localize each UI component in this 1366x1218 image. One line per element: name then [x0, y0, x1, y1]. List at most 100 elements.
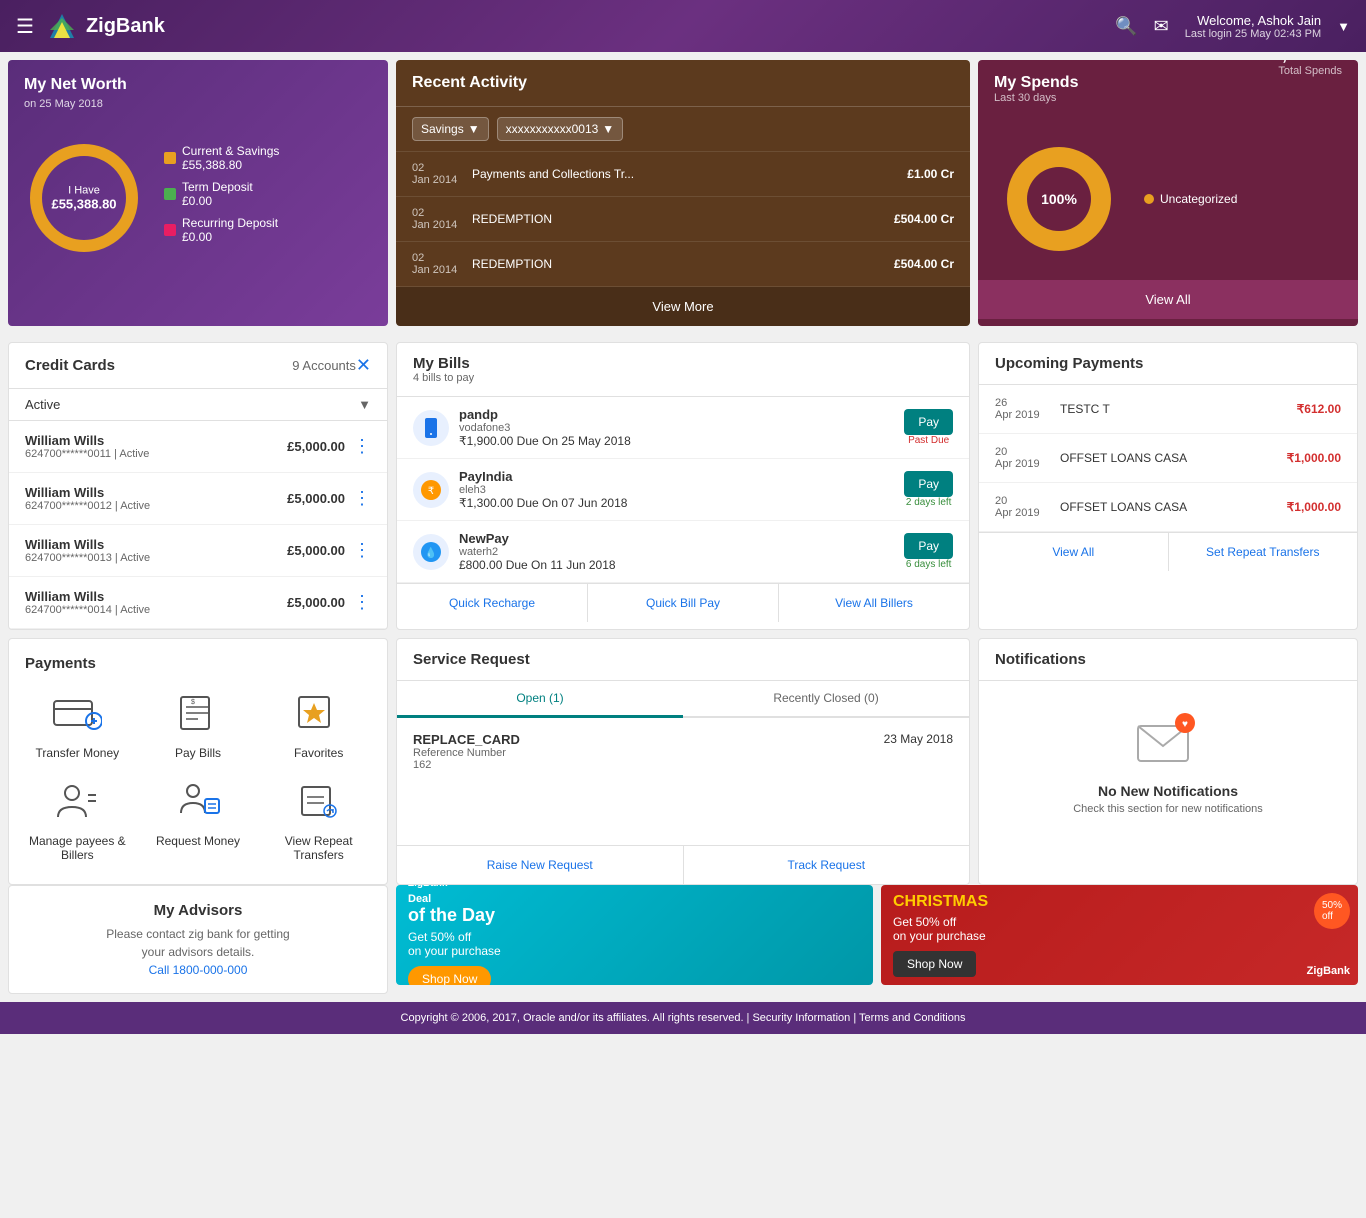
header: ☰ ZigBank 🔍 ✉ Welcome, Ashok Jain Last l… [0, 0, 1366, 52]
cc-name-0: William Wills [25, 433, 287, 448]
footer-text: Copyright © 2006, 2017, Oracle and/or it… [401, 1012, 966, 1024]
bill-status-0: Past Due [904, 435, 953, 446]
legend-dot-current [164, 152, 176, 164]
cc-menu-2[interactable]: ⋮ [353, 540, 371, 561]
service-tab-closed[interactable]: Recently Closed (0) [683, 681, 969, 716]
notification-envelope-icon: ♥ [1133, 711, 1203, 771]
legend-term-deposit: Term Deposit £0.00 [164, 180, 372, 208]
request-money-icon [168, 776, 228, 826]
cc-amount-3: £5,000.00 [287, 595, 345, 610]
banner-red-shop-button[interactable]: Shop Now [893, 951, 976, 977]
service-request-header: Service Request [397, 639, 969, 681]
bill-icon-1: ₹ [413, 472, 449, 508]
pay-button-0[interactable]: Pay [904, 409, 953, 435]
ra-row-0: 02Jan 2014 Payments and Collections Tr..… [396, 152, 970, 197]
ra-row-1: 02Jan 2014 REDEMPTION £504.00 Cr [396, 197, 970, 242]
favorites-item[interactable]: Favorites [266, 688, 371, 760]
view-repeat-transfers-item[interactable]: View Repeat Transfers [266, 776, 371, 862]
ra-amount-0: £1.00 Cr [907, 167, 954, 181]
spends-title: My Spends [994, 74, 1078, 92]
cc-row-0: William Wills 624700******0011 | Active … [9, 421, 387, 473]
quick-bill-pay-button[interactable]: Quick Bill Pay [588, 584, 779, 622]
net-worth-date: on 25 May 2018 [24, 98, 127, 110]
legend-label-0: Current & Savings [182, 144, 279, 158]
view-all-upcoming-button[interactable]: View All [979, 533, 1169, 571]
legend-current-savings: Current & Savings £55,388.80 [164, 144, 372, 172]
upcoming-amount-0: ₹612.00 [1297, 402, 1341, 416]
legend-dot-recurring [164, 224, 176, 236]
svg-text:💧: 💧 [425, 546, 437, 559]
legend-recurring-deposit: Recurring Deposit £0.00 [164, 216, 372, 244]
pay-bills-item[interactable]: $ Pay Bills [146, 688, 251, 760]
cc-header: Credit Cards 9 Accounts ✕ [9, 343, 387, 389]
advisors-card: My Advisors Please contact zig bank for … [8, 885, 388, 994]
spends-dot-0 [1144, 194, 1154, 204]
manage-payees-label: Manage payees & Billers [25, 834, 130, 862]
cc-close-button[interactable]: ✕ [356, 355, 371, 376]
mail-icon[interactable]: ✉ [1154, 16, 1169, 37]
cc-name-2: William Wills [25, 537, 287, 552]
user-menu[interactable]: Welcome, Ashok Jain Last login 25 May 02… [1185, 13, 1321, 40]
banner-christmas-label: CHRISTMAS [893, 893, 988, 911]
bills-title: My Bills [413, 355, 953, 372]
ra-date-1: 02Jan 2014 [412, 207, 472, 231]
account-number-select[interactable]: xxxxxxxxxxx0013 ▼ [497, 117, 624, 141]
account-type-select[interactable]: Savings ▼ [412, 117, 489, 141]
notifications-card: Notifications ♥ No New Notifications Che… [978, 638, 1358, 885]
pay-button-1[interactable]: Pay [904, 471, 953, 497]
banner-teal-shop-button[interactable]: Shop Now [408, 966, 491, 985]
raise-new-request-button[interactable]: Raise New Request [397, 846, 684, 884]
donut-amount: £55,388.80 [51, 197, 116, 212]
my-spends-card: My Spends Last 30 days £1,499.00 Total S… [978, 60, 1358, 326]
bill-icon-2: 💧 [413, 534, 449, 570]
quick-recharge-button[interactable]: Quick Recharge [397, 584, 588, 622]
logo-icon [46, 10, 78, 42]
net-worth-body: I Have £55,388.80 Current & Savings £55,… [24, 138, 372, 258]
legend-label-2: Recurring Deposit [182, 216, 278, 230]
credit-cards-card: Credit Cards 9 Accounts ✕ Active ▼ Willi… [8, 342, 388, 630]
search-icon[interactable]: 🔍 [1115, 16, 1137, 37]
banner-deal-label: Deal [408, 893, 501, 905]
request-money-item[interactable]: Request Money [146, 776, 251, 862]
view-repeat-transfers-icon [289, 776, 349, 826]
bill-icon-0 [413, 410, 449, 446]
spends-subtitle: Last 30 days [994, 92, 1078, 104]
cc-menu-1[interactable]: ⋮ [353, 488, 371, 509]
service-tab-open[interactable]: Open (1) [397, 681, 683, 718]
pay-button-2[interactable]: Pay [904, 533, 953, 559]
view-all-billers-button[interactable]: View All Billers [779, 584, 969, 622]
cc-row-2: William Wills 624700******0013 | Active … [9, 525, 387, 577]
pay-bills-label: Pay Bills [175, 746, 221, 760]
upcoming-row-0: 26Apr 2019 TESTC T ₹612.00 [979, 385, 1357, 434]
donut-center: I Have £55,388.80 [51, 185, 116, 212]
service-row-0: REPLACE_CARD Reference Number162 23 May … [397, 718, 969, 785]
bill-sub-0: vodafone3 [459, 422, 894, 434]
cc-menu-3[interactable]: ⋮ [353, 592, 371, 613]
advisors-banners-row: My Advisors Please contact zig bank for … [0, 885, 1366, 1002]
view-more-button[interactable]: View More [396, 287, 970, 326]
hamburger-menu[interactable]: ☰ [16, 14, 34, 39]
transfer-money-item[interactable]: Transfer Money [25, 688, 130, 760]
upcoming-footer: View All Set Repeat Transfers [979, 532, 1357, 571]
svg-text:$: $ [191, 699, 195, 706]
manage-payees-icon [47, 776, 107, 826]
welcome-text: Welcome, Ashok Jain [1185, 13, 1321, 28]
spends-body: 100% Uncategorized [978, 118, 1358, 280]
banner-teal-logo: ZigBank [408, 885, 501, 889]
advisors-text-1: Please contact zig bank for getting [25, 927, 371, 941]
cc-menu-0[interactable]: ⋮ [353, 436, 371, 457]
legend-amount-1: £0.00 [182, 194, 253, 208]
net-worth-donut: I Have £55,388.80 [24, 138, 144, 258]
set-repeat-transfers-button[interactable]: Set Repeat Transfers [1169, 533, 1358, 571]
pay-bills-icon: $ [168, 688, 228, 738]
view-all-spends-button[interactable]: View All [978, 280, 1358, 319]
advisors-phone[interactable]: Call 1800-000-000 [25, 963, 371, 977]
upcoming-amount-2: ₹1,000.00 [1287, 500, 1341, 514]
logo-text: ZigBank [86, 15, 165, 38]
favorites-label: Favorites [294, 746, 343, 760]
track-request-button[interactable]: Track Request [684, 846, 970, 884]
manage-payees-item[interactable]: Manage payees & Billers [25, 776, 130, 862]
bills-subtitle: 4 bills to pay [413, 372, 953, 384]
cc-title: Credit Cards [25, 357, 286, 374]
cc-filter[interactable]: Active ▼ [9, 389, 387, 421]
